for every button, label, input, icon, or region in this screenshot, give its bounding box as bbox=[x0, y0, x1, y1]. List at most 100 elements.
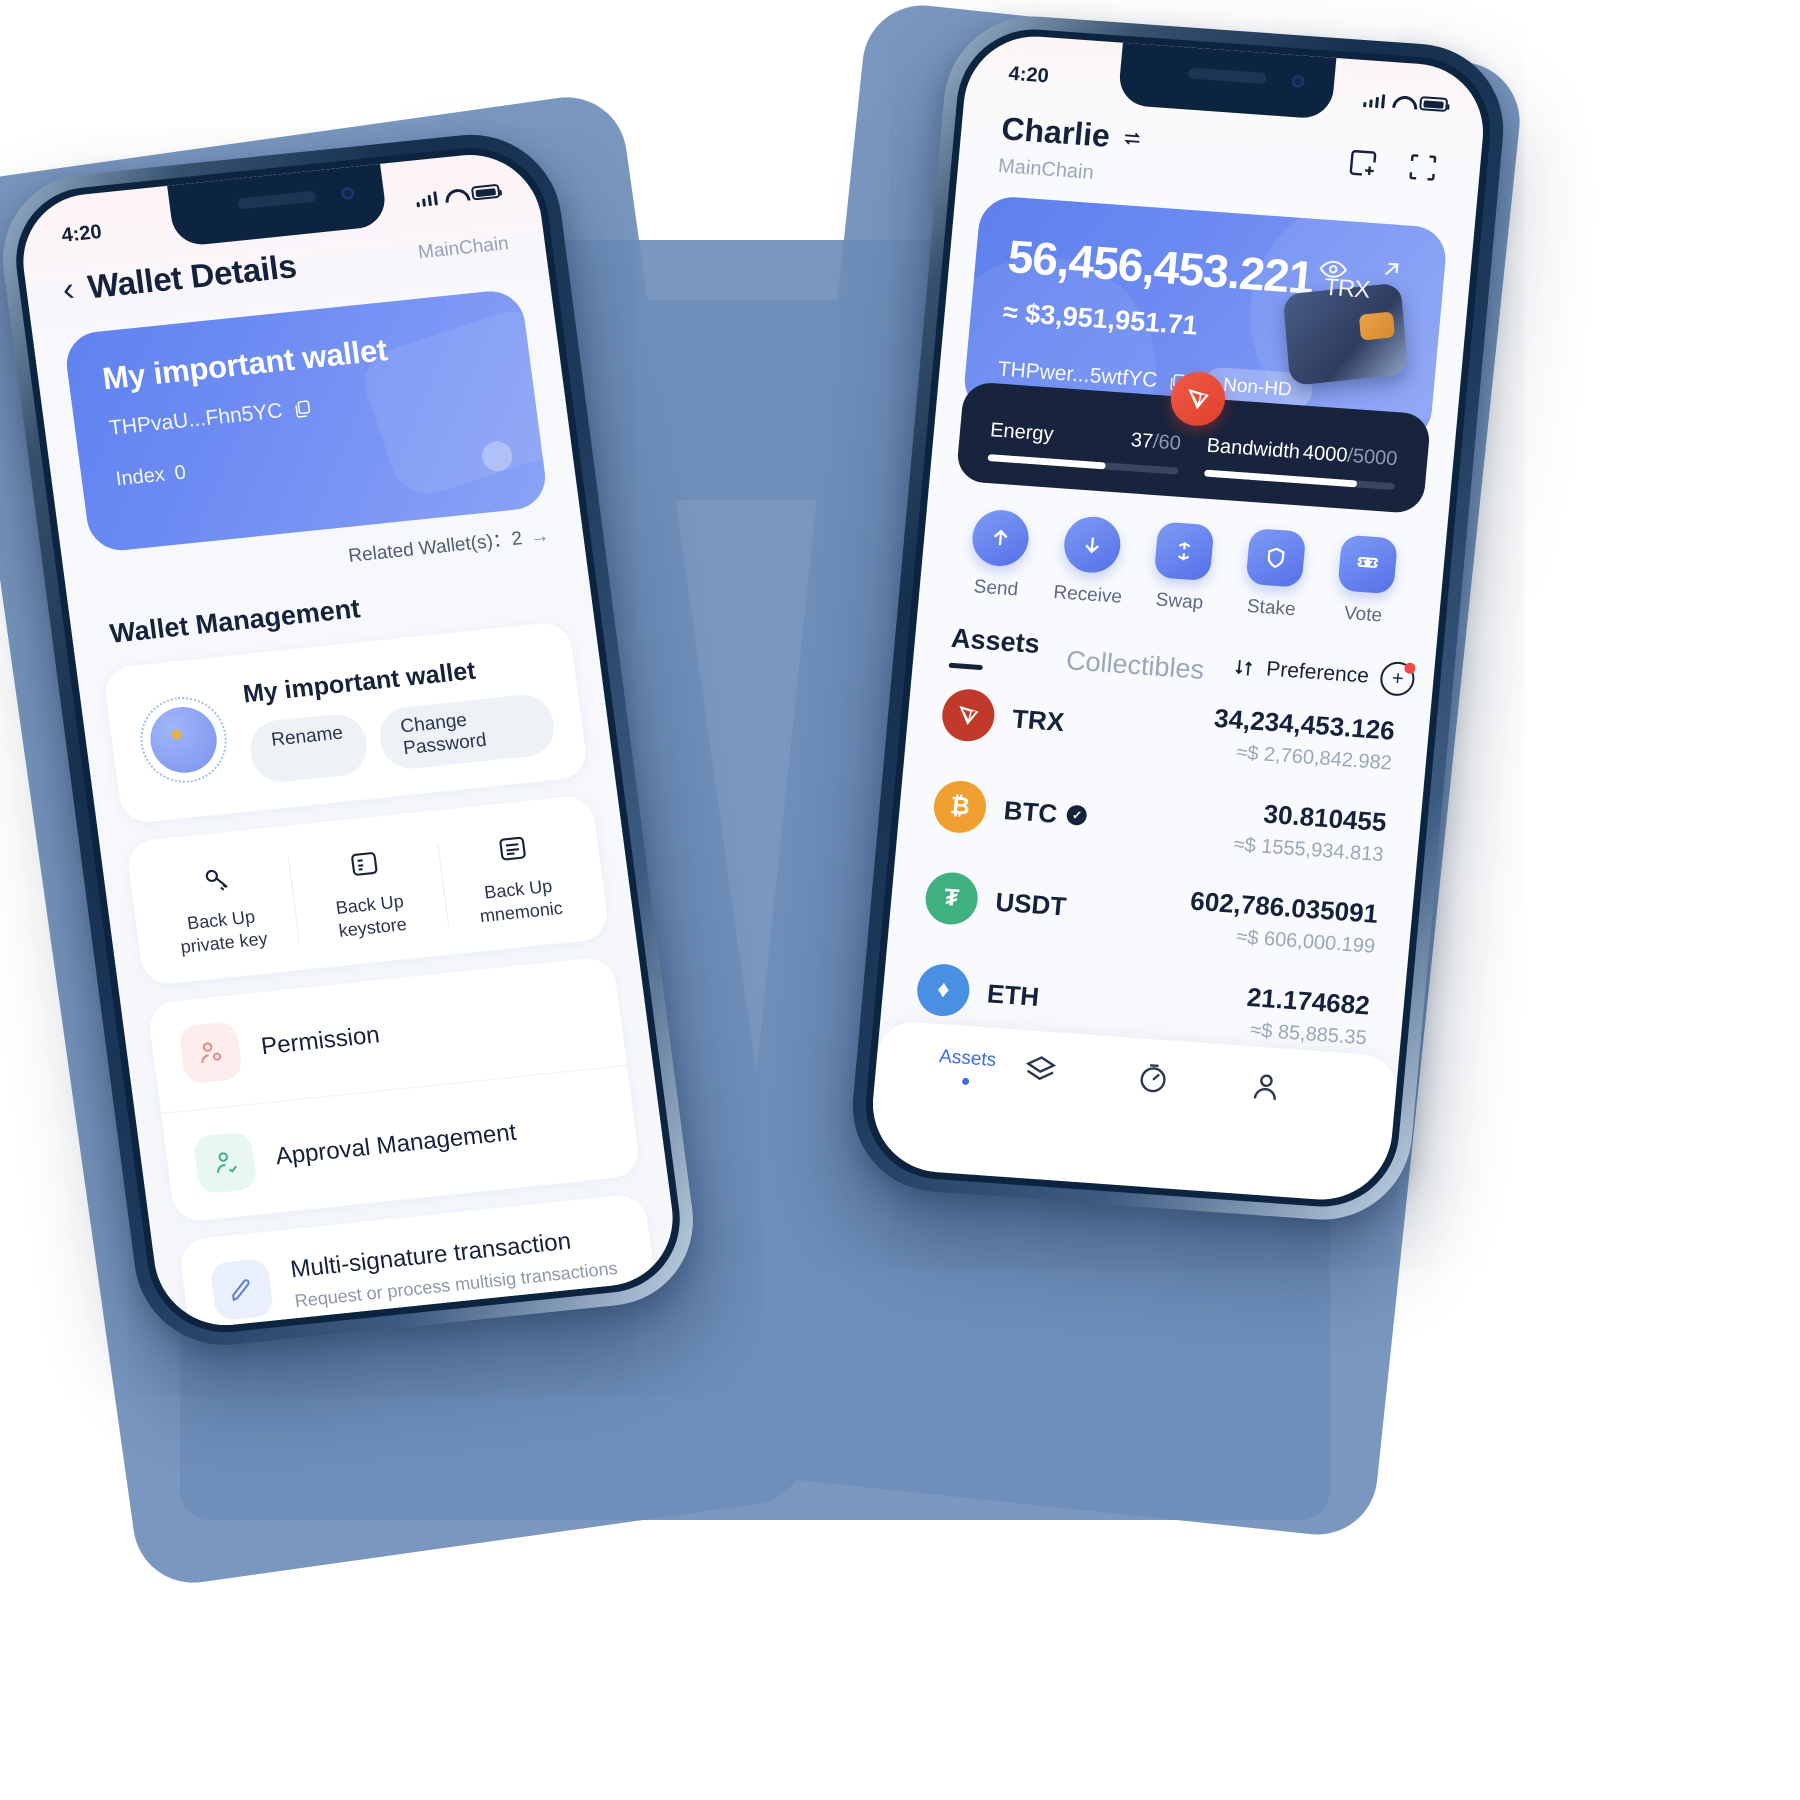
backup-mnemonic-label: Back Up mnemonic bbox=[478, 875, 564, 927]
arrow-down-icon bbox=[1061, 514, 1123, 575]
verified-icon: ✓ bbox=[1066, 804, 1089, 826]
action-send[interactable]: Send bbox=[949, 507, 1049, 603]
key-icon bbox=[145, 852, 287, 906]
battery-icon bbox=[1419, 96, 1449, 113]
asset-symbol: USDT bbox=[994, 886, 1068, 922]
layers-icon bbox=[1025, 1056, 1057, 1081]
keystore-icon bbox=[293, 837, 435, 891]
resource-progress bbox=[1203, 469, 1357, 488]
phone-home: 4:20 Charlie MainChain 56,456,453.221 TR… bbox=[845, 10, 1511, 1226]
wallet-address: THPvaU...Fhn5YC bbox=[107, 399, 284, 440]
arrow-right-icon: → bbox=[528, 525, 551, 549]
status-time: 4:20 bbox=[1007, 62, 1050, 87]
shield-icon bbox=[1245, 527, 1307, 588]
asset-symbol: BTC bbox=[1002, 794, 1059, 829]
asset-usd: ≈$ 2,760,842.982 bbox=[1235, 741, 1393, 775]
wifi-icon bbox=[444, 187, 465, 204]
backup-private-key-button[interactable]: Back Up private key bbox=[139, 852, 300, 963]
wallet-summary-card[interactable]: My important wallet THPvaU...Fhn5YC Inde… bbox=[62, 288, 550, 554]
resource-used: 37 bbox=[1129, 429, 1155, 453]
chain-label: MainChain bbox=[416, 233, 510, 264]
change-password-button[interactable]: Change Password bbox=[376, 692, 558, 772]
explore-icon bbox=[1140, 1064, 1166, 1093]
asset-symbol: TRX bbox=[1010, 702, 1066, 737]
resource-label: Bandwidth bbox=[1205, 434, 1301, 464]
scan-icon[interactable] bbox=[1404, 149, 1441, 185]
copy-icon[interactable] bbox=[291, 398, 314, 420]
asset-amount: 34,234,453.126 bbox=[1213, 702, 1397, 746]
profile-icon bbox=[1253, 1074, 1276, 1100]
menu-item-title: Permission bbox=[259, 1021, 382, 1061]
preference-label: Preference bbox=[1265, 657, 1370, 688]
index-value: 0 bbox=[173, 461, 188, 485]
resource-energy: Energy 37/60 bbox=[987, 419, 1182, 475]
action-receive[interactable]: Receive bbox=[1041, 514, 1141, 610]
battery-icon bbox=[470, 183, 501, 201]
eth-icon: ♦ bbox=[915, 962, 972, 1018]
action-vote[interactable]: Vote bbox=[1316, 533, 1416, 629]
asset-symbol: ETH bbox=[985, 977, 1041, 1012]
account-switcher[interactable]: Charlie bbox=[1000, 110, 1145, 157]
resource-total: /5000 bbox=[1346, 444, 1399, 471]
asset-amount: 21.174682 bbox=[1245, 981, 1372, 1021]
swap-icon bbox=[1153, 521, 1215, 582]
add-token-icon[interactable]: + bbox=[1379, 660, 1417, 698]
resource-progress bbox=[987, 454, 1107, 470]
menu-item-title: Approval Management bbox=[274, 1118, 518, 1171]
notch bbox=[167, 163, 389, 248]
asset-amount: 30.810455 bbox=[1262, 798, 1388, 838]
speaker-icon bbox=[1187, 67, 1267, 85]
screenshot-canvas: 4:20 ‹ Wallet Details MainChain My impor… bbox=[0, 0, 1800, 1800]
add-wallet-icon[interactable] bbox=[1344, 145, 1381, 181]
camera-icon bbox=[340, 186, 355, 200]
btc-icon: ₿ bbox=[931, 779, 989, 835]
index-label: Index bbox=[114, 463, 167, 491]
balance-unit: TRX bbox=[1323, 273, 1371, 304]
chain-label: MainChain bbox=[997, 155, 1095, 184]
resource-used: 4000 bbox=[1301, 441, 1349, 467]
permission-icon bbox=[177, 1020, 244, 1085]
rename-button[interactable]: Rename bbox=[246, 711, 371, 785]
asset-usd: ≈$ 85,885.35 bbox=[1249, 1019, 1368, 1050]
status-time: 4:20 bbox=[60, 220, 103, 247]
wifi-icon bbox=[1392, 94, 1412, 110]
signal-icon bbox=[1362, 92, 1386, 109]
trx-icon bbox=[940, 687, 997, 743]
related-wallets-label: Related Wallet(s)：2 bbox=[347, 528, 524, 567]
backup-keystore-label: Back Up keystore bbox=[334, 891, 408, 942]
mnemonic-icon bbox=[442, 822, 584, 876]
speaker-icon bbox=[237, 190, 317, 210]
tab-bar-explore[interactable] bbox=[1135, 1060, 1251, 1102]
backup-mnemonic-button[interactable]: Back Up mnemonic bbox=[436, 821, 597, 932]
approval-icon bbox=[192, 1130, 258, 1195]
arrow-up-icon bbox=[970, 508, 1031, 569]
wallet-avatar-icon bbox=[146, 703, 221, 776]
action-stake[interactable]: Stake bbox=[1224, 527, 1324, 623]
wallet-identity-panel: My important wallet Rename Change Passwo… bbox=[102, 620, 589, 825]
backup-panel: Back Up private key Back Up keystore Bac… bbox=[125, 794, 611, 986]
tab-bar-layers[interactable] bbox=[1022, 1052, 1138, 1094]
asset-amount: 602,786.035091 bbox=[1189, 885, 1380, 929]
arrow-up-right-icon[interactable] bbox=[1377, 256, 1405, 284]
sort-icon[interactable] bbox=[1231, 656, 1255, 679]
avatar bbox=[135, 692, 232, 787]
camera-icon bbox=[1291, 74, 1305, 88]
action-swap[interactable]: Swap bbox=[1133, 520, 1233, 616]
multisig-icon bbox=[209, 1257, 275, 1322]
tab-bar-profile[interactable] bbox=[1247, 1068, 1363, 1110]
usdt-icon: ₮ bbox=[923, 870, 980, 927]
backup-keystore-button[interactable]: Back Up keystore bbox=[287, 836, 448, 947]
account-name: Charlie bbox=[1000, 110, 1112, 154]
wallet-row: My important wallet Rename Change Passwo… bbox=[103, 621, 589, 825]
permissions-panel: Permission Approval Management bbox=[146, 955, 642, 1223]
switch-account-icon[interactable] bbox=[1121, 126, 1145, 149]
signal-icon bbox=[415, 190, 438, 207]
resource-bandwidth: Bandwidth 4000/5000 bbox=[1203, 434, 1399, 491]
active-indicator bbox=[961, 1077, 970, 1086]
tab-assets[interactable]: Assets bbox=[949, 623, 1041, 674]
page-title: Wallet Details bbox=[85, 247, 299, 306]
chevron-left-icon[interactable]: ‹ bbox=[60, 270, 76, 309]
tab-bar-assets[interactable]: Assets bbox=[909, 1044, 1025, 1089]
resource-label: Energy bbox=[989, 419, 1055, 446]
ticket-icon bbox=[1337, 534, 1399, 595]
